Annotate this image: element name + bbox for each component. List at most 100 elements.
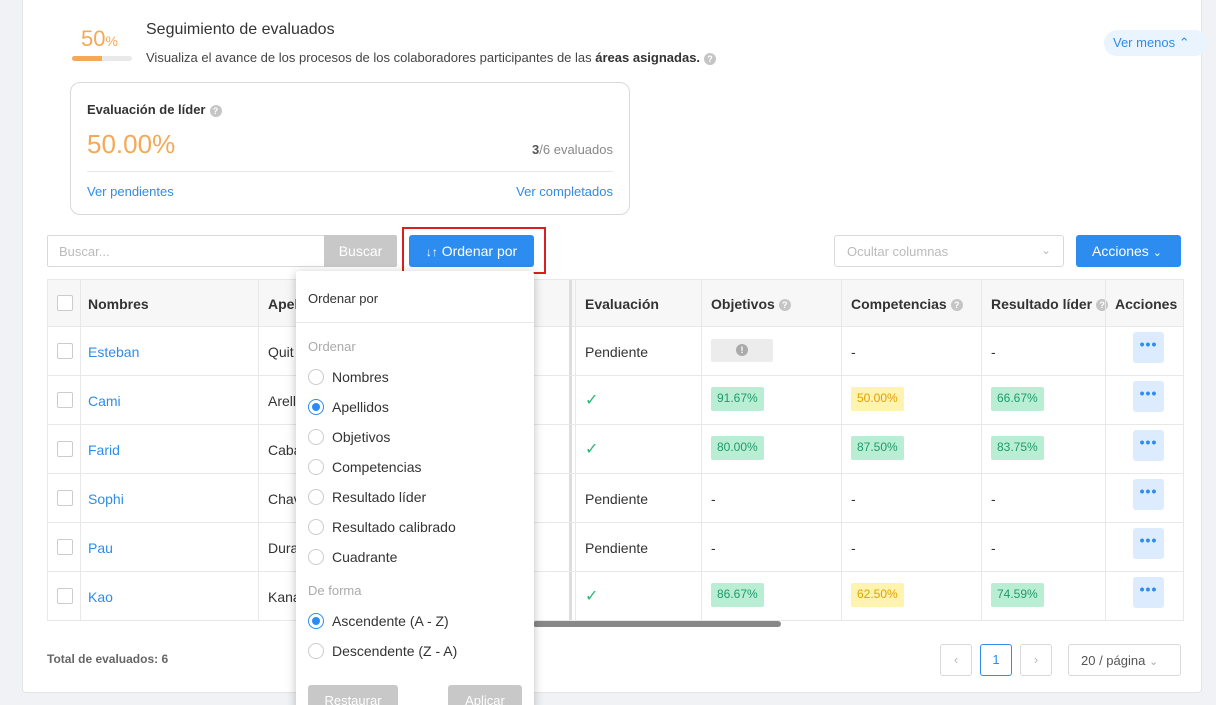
evaluation-status: Pendiente: [585, 344, 649, 360]
chevron-down-icon: ⌄: [1148, 656, 1159, 668]
competencies-badge: 87.50%: [851, 436, 904, 460]
sort-button[interactable]: ↓↑ Ordenar por: [409, 235, 534, 267]
alert-icon: !: [736, 344, 748, 356]
help-icon[interactable]: ?: [778, 299, 791, 312]
sort-field-option[interactable]: Resultado líder: [296, 488, 534, 512]
sort-direction-option[interactable]: Descendente (Z - A): [296, 642, 534, 666]
option-label: Competencias: [332, 459, 422, 475]
col-surnames[interactable]: Apel: [268, 296, 298, 312]
hide-columns-select[interactable]: Ocultar columnas ⌄: [834, 235, 1064, 267]
row-checkbox[interactable]: [57, 588, 73, 604]
col-objectives[interactable]: Objetivos?: [711, 296, 791, 312]
radio-button[interactable]: [308, 369, 324, 385]
divider: [87, 171, 613, 172]
next-page-button[interactable]: ›: [1020, 644, 1052, 676]
radio-button[interactable]: [308, 399, 324, 415]
actions-button[interactable]: Acciones ⌄: [1076, 235, 1181, 267]
radio-button[interactable]: [308, 429, 324, 445]
select-all-checkbox[interactable]: [57, 295, 73, 311]
option-label: Resultado líder: [332, 489, 427, 505]
employee-surname: Dura: [268, 540, 299, 556]
row-actions-button[interactable]: •••: [1133, 381, 1164, 412]
row-checkbox[interactable]: [57, 343, 73, 359]
more-icon: •••: [1139, 532, 1158, 548]
col-names[interactable]: Nombres: [88, 296, 149, 312]
sort-dropdown: Ordenar por Ordenar Nombres Apellidos Obje…: [296, 271, 534, 705]
objectives-badge: 91.67%: [711, 387, 764, 411]
row-checkbox[interactable]: [57, 539, 73, 555]
more-icon: •••: [1139, 483, 1158, 499]
radio-button[interactable]: [308, 489, 324, 505]
employee-name-link[interactable]: Farid: [88, 442, 120, 458]
page-number-button[interactable]: 1: [980, 644, 1012, 676]
leader-result: -: [991, 491, 996, 507]
col-competencies[interactable]: Competencias?: [851, 296, 963, 312]
row-actions-button[interactable]: •••: [1133, 430, 1164, 461]
view-pending-link[interactable]: Ver pendientes: [87, 184, 174, 199]
more-icon: •••: [1139, 581, 1158, 597]
sort-field-option[interactable]: Competencias: [296, 458, 534, 482]
divider: [296, 322, 534, 323]
sort-field-option[interactable]: Resultado calibrado: [296, 518, 534, 542]
option-label: Resultado calibrado: [332, 519, 456, 535]
check-icon: ✓: [585, 588, 599, 605]
employee-name-link[interactable]: Pau: [88, 540, 113, 556]
search-button[interactable]: Buscar: [324, 235, 397, 267]
objectives-pending-badge: !: [711, 339, 773, 362]
employee-surname: Arell: [268, 393, 297, 409]
sort-field-option[interactable]: Objetivos: [296, 428, 534, 452]
row-checkbox[interactable]: [57, 392, 73, 408]
collapse-toggle-button[interactable]: Ver menos ⌃: [1104, 30, 1208, 56]
table-row: Sophi Chav Pendiente - - - •••: [48, 474, 1183, 523]
leader-result-badge: 74.59%: [991, 583, 1044, 607]
row-actions-button[interactable]: •••: [1133, 479, 1164, 510]
help-icon[interactable]: ?: [950, 299, 963, 312]
progress-bar-fill: [72, 56, 102, 61]
table-row: Kao Kana ✓ 86.67% 62.50% 74.59% •••: [48, 572, 1183, 620]
leader-result: -: [991, 344, 996, 360]
page-title: Seguimiento de evaluados: [146, 21, 335, 38]
reset-button[interactable]: Restaurar: [308, 685, 398, 705]
help-icon[interactable]: ?: [704, 52, 717, 65]
card-percentage: 50.00%: [87, 129, 176, 159]
employee-name-link[interactable]: Cami: [88, 393, 121, 409]
sort-field-option[interactable]: Apellidos: [296, 398, 534, 422]
sort-field-option[interactable]: Nombres: [296, 368, 534, 392]
radio-button[interactable]: [308, 519, 324, 535]
employee-name-link[interactable]: Kao: [88, 589, 113, 605]
competencies: -: [851, 344, 856, 360]
col-leader-result[interactable]: Resultado líder?: [991, 296, 1109, 312]
option-label: Objetivos: [332, 429, 391, 445]
competencies: -: [851, 540, 856, 556]
col-evaluation[interactable]: Evaluación: [585, 296, 659, 312]
row-actions-button[interactable]: •••: [1133, 332, 1164, 363]
leader-result: -: [991, 540, 996, 556]
search-input[interactable]: Buscar...: [47, 235, 325, 267]
radio-button[interactable]: [308, 549, 324, 565]
horizontal-scrollbar[interactable]: [533, 621, 781, 627]
sort-direction-option[interactable]: Ascendente (A - Z): [296, 612, 534, 636]
radio-button[interactable]: [308, 459, 324, 475]
option-label: Descendente (Z - A): [332, 643, 458, 659]
progress-bar: [72, 56, 132, 61]
radio-button[interactable]: [308, 643, 324, 659]
row-checkbox[interactable]: [57, 441, 73, 457]
direction-section-label: De forma: [308, 583, 362, 598]
radio-button[interactable]: [308, 613, 324, 629]
sort-field-option[interactable]: Cuadrante: [296, 548, 534, 572]
page-size-select[interactable]: 20 / página ⌄: [1068, 644, 1181, 676]
sort-icon: ↓↑: [425, 245, 438, 259]
table-row: Farid Caba ✓ 80.00% 87.50% 83.75% •••: [48, 425, 1183, 474]
help-icon[interactable]: ?: [1096, 299, 1109, 312]
row-checkbox[interactable]: [57, 490, 73, 506]
row-actions-button[interactable]: •••: [1133, 577, 1164, 608]
view-completed-link[interactable]: Ver completados: [516, 184, 613, 199]
evaluation-status: Pendiente: [585, 540, 649, 556]
help-icon[interactable]: ?: [209, 104, 222, 117]
check-icon: ✓: [585, 392, 599, 409]
apply-button[interactable]: Aplicar: [448, 685, 522, 705]
employee-name-link[interactable]: Sophi: [88, 491, 124, 507]
prev-page-button[interactable]: ‹: [940, 644, 972, 676]
row-actions-button[interactable]: •••: [1133, 528, 1164, 559]
employee-name-link[interactable]: Esteban: [88, 344, 139, 360]
